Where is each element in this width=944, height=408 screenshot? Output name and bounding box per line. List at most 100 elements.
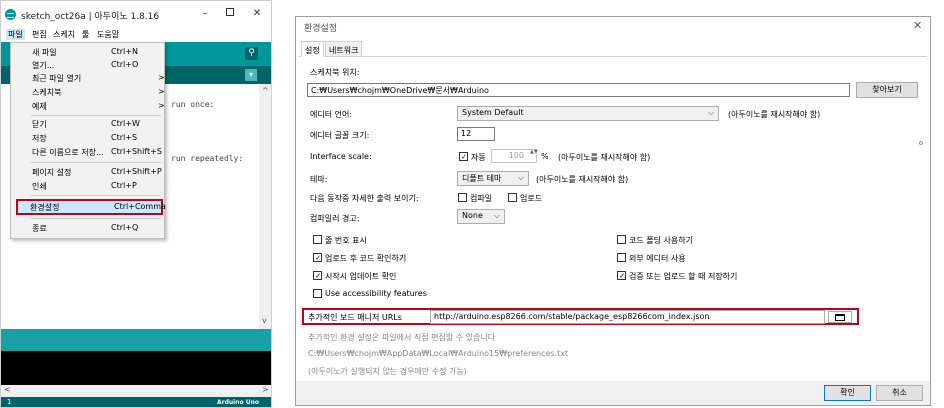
- scroll-down-icon[interactable]: v: [262, 316, 267, 325]
- checkbox-label: 줄 번호 표시: [325, 236, 367, 245]
- menu-item-recent[interactable]: 최근 파일 열기 >: [11, 72, 165, 86]
- vertical-scrollbar[interactable]: ^ v: [259, 84, 271, 329]
- restart-note: (아두이노를 재시작해야 함): [536, 175, 629, 184]
- scroll-right-icon[interactable]: >: [262, 385, 269, 394]
- menu-item-label: 저장: [32, 134, 47, 143]
- verbose-compile-checkbox[interactable]: [458, 193, 467, 202]
- compiler-warnings-label: 컴파일러 경고:: [310, 214, 360, 223]
- menu-item-label: 다른 이름으로 저장...: [32, 148, 104, 157]
- menu-item-save[interactable]: 저장 Ctrl+S: [11, 132, 164, 146]
- edit-only-when-closed-note: (아두이노가 실행되지 않는 경우에만 수정 가능): [308, 367, 467, 376]
- menu-item-close[interactable]: 닫기 Ctrl+W: [11, 118, 164, 132]
- menu-item-label: 최근 파일 열기: [32, 74, 82, 83]
- close-icon[interactable]: ✕: [913, 19, 922, 32]
- auto-scale-label: 자동: [471, 153, 486, 162]
- console-output: [1, 351, 271, 385]
- tab-settings[interactable]: 설정: [301, 41, 324, 57]
- browse-button[interactable]: 찾아보기: [856, 82, 918, 98]
- footer-bar: 1 Arduino Uno: [1, 397, 271, 407]
- resize-dot-icon: [919, 141, 923, 145]
- checkbox-label: 시작시 업데이트 확인: [325, 272, 397, 281]
- menu-tools[interactable]: 툴: [82, 29, 89, 40]
- menu-item-label: 종료: [32, 224, 47, 233]
- board-name: Arduino Uno: [217, 399, 259, 406]
- menu-item-shortcut: Ctrl+N: [111, 47, 138, 56]
- menu-item-sketchbook[interactable]: 스케치북 >: [11, 86, 165, 100]
- checkbox-label: 검증 또는 업로드 할 때 저장하기: [629, 272, 738, 281]
- menu-bar: 파일 편집 스케치 툴 도움말: [1, 28, 271, 42]
- submenu-arrow-icon: >: [158, 101, 165, 110]
- compiler-warnings-select[interactable]: None ⌵: [457, 209, 505, 224]
- menu-item-new[interactable]: 새 파일 Ctrl+N: [11, 46, 164, 60]
- code-line: run repeatedly:: [171, 154, 244, 163]
- scroll-up-icon[interactable]: ^: [262, 86, 269, 95]
- save-on-verify-checkbox[interactable]: [617, 271, 626, 280]
- line-numbers-checkbox[interactable]: [313, 235, 322, 244]
- submenu-arrow-icon: >: [158, 87, 165, 96]
- restart-note: (아두이노를 재시작해야 함): [728, 110, 821, 119]
- scroll-left-icon[interactable]: <: [4, 385, 11, 394]
- checkbox-label: Use accessibility features: [325, 289, 427, 298]
- verbose-compile-label: 컴파일: [470, 194, 493, 203]
- ok-button[interactable]: 확인: [824, 385, 871, 401]
- verify-after-upload-checkbox[interactable]: [313, 253, 322, 262]
- auto-scale-checkbox[interactable]: [459, 152, 468, 161]
- menu-item-open[interactable]: 열기... Ctrl+O: [11, 59, 164, 73]
- horizontal-scrollbar[interactable]: < >: [1, 385, 271, 397]
- maximize-button[interactable]: [219, 5, 241, 23]
- preferences-file-path: C:₩Users₩chojm₩AppData₩Local₩Arduino15₩p…: [308, 349, 569, 358]
- menu-item-print[interactable]: 인쇄 Ctrl+P: [11, 180, 164, 194]
- tab-network[interactable]: 네트워크: [325, 41, 363, 57]
- accessibility-checkbox[interactable]: [313, 289, 322, 298]
- minimize-button[interactable]: –: [194, 5, 216, 23]
- sketchbook-label: 스케치북 위치:: [310, 68, 360, 77]
- menu-separator: [31, 218, 161, 219]
- menu-edit[interactable]: 편집: [32, 29, 47, 40]
- menu-item-shortcut: Ctrl+Shift+S: [111, 147, 162, 156]
- scale-value: 100: [508, 151, 524, 160]
- font-size-input[interactable]: 12: [457, 127, 495, 141]
- tab-menu-icon[interactable]: ▾: [245, 69, 257, 81]
- menu-file[interactable]: 파일: [6, 29, 25, 40]
- menu-item-shortcut: Ctrl+Comma: [114, 202, 166, 211]
- external-editor-checkbox[interactable]: [617, 253, 626, 262]
- menu-item-quit[interactable]: 종료 Ctrl+Q: [11, 222, 164, 236]
- chevron-down-icon: ⌵: [517, 173, 524, 182]
- menu-help[interactable]: 도움말: [97, 29, 119, 40]
- menu-item-page-setup[interactable]: 페이지 설정 Ctrl+Shift+P: [11, 166, 164, 180]
- tab-strip: 설정 네트워크: [299, 39, 927, 57]
- board-urls-input[interactable]: http://arduino.esp8266.com/stable/packag…: [430, 310, 825, 324]
- verbose-upload-checkbox[interactable]: [508, 193, 517, 202]
- cancel-button[interactable]: 취소: [876, 385, 923, 401]
- code-folding-checkbox[interactable]: [617, 235, 626, 244]
- theme-select[interactable]: 디폴트 테마 ⌵: [457, 171, 529, 186]
- menu-item-label: 스케치북: [32, 88, 62, 97]
- check-updates-checkbox[interactable]: [313, 271, 322, 280]
- menu-separator: [31, 195, 161, 196]
- verbose-output-label: 다음 동작중 자세한 출력 보이기:: [310, 194, 419, 203]
- editor-language-select[interactable]: System Default ⌵: [457, 106, 719, 121]
- menu-item-preferences[interactable]: 환경설정 Ctrl+Comma: [16, 199, 166, 215]
- select-value: System Default: [462, 108, 524, 117]
- dialog-title: 환경설정: [304, 24, 338, 34]
- board-urls-edit-button[interactable]: [828, 311, 852, 323]
- file-menu-dropdown: 새 파일 Ctrl+N 열기... Ctrl+O 최근 파일 열기 > 스케치북…: [10, 42, 166, 239]
- menu-item-save-as[interactable]: 다른 이름으로 저장... Ctrl+Shift+S: [11, 146, 164, 160]
- menu-item-examples[interactable]: 예제 >: [11, 100, 165, 114]
- window-title: sketch_oct26a | 아두이노 1.8.16: [21, 12, 160, 22]
- board-urls-label: 추가적인 보드 매니저 URLs: [308, 313, 402, 322]
- select-value: 디폴트 테마: [462, 174, 502, 183]
- menu-sketch[interactable]: 스케치: [53, 29, 75, 40]
- menu-item-label: 닫기: [32, 120, 47, 129]
- menu-separator: [31, 162, 161, 163]
- menu-item-label: 페이지 설정: [32, 168, 72, 177]
- close-button[interactable]: ✕: [246, 5, 268, 23]
- font-size-label: 에디터 글꼴 크기:: [310, 131, 370, 140]
- serial-monitor-icon[interactable]: ⚲: [245, 47, 258, 60]
- scale-spinner-icon[interactable]: ▲▼: [530, 149, 538, 155]
- menu-item-shortcut: Ctrl+W: [111, 119, 140, 128]
- editor-language-label: 에디터 언어:: [310, 110, 353, 119]
- sketchbook-path-input[interactable]: C:₩Users₩chojm₩OneDrive₩문서₩Arduino: [307, 83, 850, 97]
- menu-item-shortcut: Ctrl+Shift+P: [111, 167, 162, 176]
- menu-item-shortcut: Ctrl+Q: [111, 223, 139, 232]
